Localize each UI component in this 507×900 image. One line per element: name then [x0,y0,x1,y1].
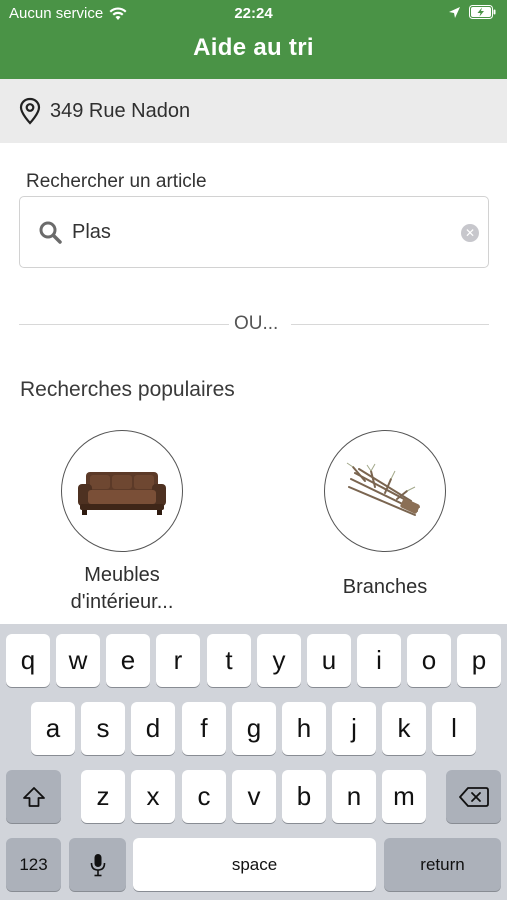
key-e[interactable]: e [106,634,150,687]
popular-item-branches[interactable]: Branches [285,430,485,601]
key-a[interactable]: a [31,702,75,755]
popular-item-label: Meubles d'intérieur... [22,562,222,616]
key-v[interactable]: v [232,770,276,823]
popular-title: Recherches populaires [20,378,235,401]
location-pin-icon [19,97,41,125]
key-k[interactable]: k [382,702,426,755]
shift-key[interactable] [6,770,61,823]
popular-item-image-circle [324,430,446,552]
key-q[interactable]: q [6,634,50,687]
key-l[interactable]: l [432,702,476,755]
key-h[interactable]: h [282,702,326,755]
space-key[interactable]: space [133,838,376,891]
key-b[interactable]: b [282,770,326,823]
key-c[interactable]: c [182,770,226,823]
divider-text: OU... [234,313,279,334]
key-o[interactable]: o [407,634,451,687]
key-n[interactable]: n [332,770,376,823]
dictation-key[interactable] [69,838,126,891]
divider-line-left [19,324,229,325]
numbers-key[interactable]: 123 [6,838,61,891]
status-bar: Aucun service 22:24 [0,0,507,28]
key-i[interactable]: i [357,634,401,687]
key-g[interactable]: g [232,702,276,755]
backspace-icon [458,786,489,807]
clear-icon[interactable]: ✕ [461,224,479,242]
key-u[interactable]: u [307,634,351,687]
key-s[interactable]: s [81,702,125,755]
address-text: 349 Rue Nadon [50,99,191,122]
key-f[interactable]: f [182,702,226,755]
key-t[interactable]: t [207,634,251,687]
key-p[interactable]: p [457,634,501,687]
search-box[interactable]: ✕ [19,196,489,268]
popular-item-label: Branches [342,576,428,598]
key-y[interactable]: y [257,634,301,687]
page-title: Aide au tri [193,34,314,61]
key-w[interactable]: w [56,634,100,687]
key-d[interactable]: d [131,702,175,755]
battery-charging-icon [469,5,496,19]
status-right [448,5,497,19]
search-icon [39,221,62,244]
key-m[interactable]: m [382,770,426,823]
divider-line-right [291,324,489,325]
return-key[interactable]: return [384,838,501,891]
location-arrow-icon [449,6,460,18]
address-bar[interactable]: 349 Rue Nadon [0,79,507,143]
keyboard: q w e r t y u i o p a s d f g h j k l z … [0,624,507,900]
shift-icon [22,786,45,807]
key-r[interactable]: r [156,634,200,687]
search-label: Rechercher un article [26,171,207,192]
popular-item-image-circle [61,430,183,552]
sofa-image [78,472,166,515]
popular-item-label-line1: Meubles [84,564,160,586]
popular-item-label-line2: d'intérieur... [70,591,174,613]
or-divider: OU... [19,313,489,337]
branches-image [346,462,420,516]
app-header: Aucun service 22:24 Aide au tri [0,0,507,79]
key-z[interactable]: z [81,770,125,823]
key-x[interactable]: x [131,770,175,823]
microphone-icon [90,853,105,876]
backspace-key[interactable] [446,770,501,823]
popular-item-furniture[interactable]: Meubles d'intérieur... [22,430,222,616]
clock: 22:24 [234,5,273,22]
key-j[interactable]: j [332,702,376,755]
search-input[interactable] [72,220,432,244]
